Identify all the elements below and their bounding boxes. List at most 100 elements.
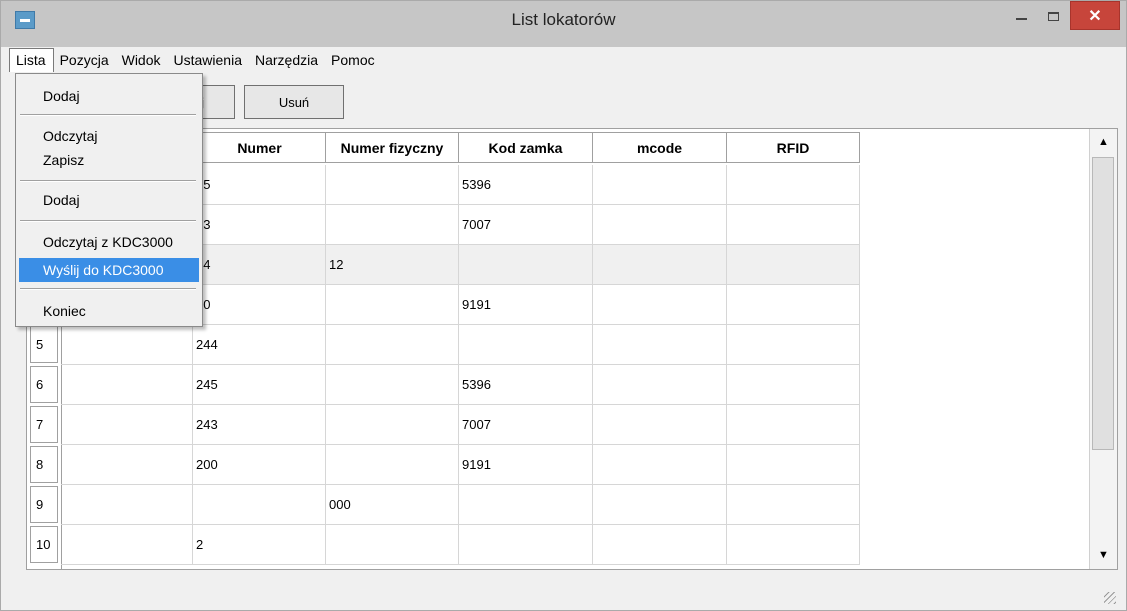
cell-kod-zamka[interactable] xyxy=(459,245,593,285)
cell-blank[interactable] xyxy=(61,325,193,365)
table-row[interactable]: 245 5396 xyxy=(27,365,860,405)
cell-mcode[interactable] xyxy=(593,325,727,365)
menu-pomoc[interactable]: Pomoc xyxy=(325,48,382,72)
cell-rfid[interactable] xyxy=(727,525,860,565)
resize-grip-icon[interactable] xyxy=(1104,592,1116,604)
cell-numer-fizyczny[interactable] xyxy=(326,325,459,365)
cell-numer-fizyczny[interactable] xyxy=(326,205,459,245)
column-header-numer[interactable]: Numer xyxy=(193,132,326,163)
menu-item-dodaj-2[interactable]: Dodaj xyxy=(19,188,199,212)
cell-blank[interactable] xyxy=(61,365,193,405)
cell-blank[interactable] xyxy=(61,525,193,565)
window-title: List lokatorów xyxy=(511,10,616,29)
cell-kod-zamka[interactable] xyxy=(459,325,593,365)
table-row[interactable]: 243 7007 xyxy=(27,405,860,445)
menu-narzedzia[interactable]: Narzędzia xyxy=(249,48,325,72)
cell-numer-fizyczny[interactable]: 000 xyxy=(326,485,459,525)
table-row[interactable]: 200 9191 xyxy=(27,445,860,485)
maximize-button[interactable] xyxy=(1038,1,1068,31)
cell-numer-fizyczny[interactable] xyxy=(326,165,459,205)
cell-mcode[interactable] xyxy=(593,485,727,525)
cell-rfid[interactable] xyxy=(727,485,860,525)
cell-rfid[interactable] xyxy=(727,285,860,325)
cell-mcode[interactable] xyxy=(593,205,727,245)
cell-blank[interactable] xyxy=(61,445,193,485)
cell-numer[interactable]: 43 xyxy=(193,205,326,245)
menu-widok[interactable]: Widok xyxy=(116,48,168,72)
cell-numer[interactable]: 00 xyxy=(193,285,326,325)
cell-rfid[interactable] xyxy=(727,405,860,445)
cell-mcode[interactable] xyxy=(593,365,727,405)
column-header-mcode[interactable]: mcode xyxy=(592,132,727,163)
cell-rfid[interactable] xyxy=(727,165,860,205)
minimize-icon xyxy=(1015,18,1027,20)
menu-item-odczytaj-z-kdc3000[interactable]: Odczytaj z KDC3000 xyxy=(19,230,199,254)
cell-blank[interactable] xyxy=(61,485,193,525)
cell-kod-zamka[interactable]: 7007 xyxy=(459,405,593,445)
cell-mcode[interactable] xyxy=(593,285,727,325)
cell-kod-zamka[interactable]: 9191 xyxy=(459,285,593,325)
cell-kod-zamka[interactable]: 9191 xyxy=(459,445,593,485)
cell-rfid[interactable] xyxy=(727,205,860,245)
menu-ustawienia[interactable]: Ustawienia xyxy=(168,48,249,72)
cell-kod-zamka[interactable]: 5396 xyxy=(459,365,593,405)
menu-item-zapisz[interactable]: Zapisz xyxy=(19,148,199,172)
cell-numer-fizyczny[interactable] xyxy=(326,405,459,445)
scroll-up-icon[interactable]: ▲ xyxy=(1090,129,1117,155)
cell-numer[interactable]: 2 xyxy=(193,525,326,565)
row-header[interactable]: 8 xyxy=(30,446,58,483)
cell-blank[interactable] xyxy=(61,405,193,445)
cell-numer[interactable] xyxy=(193,485,326,525)
cell-numer-fizyczny[interactable] xyxy=(326,285,459,325)
menu-item-wyslij-do-kdc3000[interactable]: Wyślij do KDC3000 xyxy=(19,258,199,282)
scroll-thumb[interactable] xyxy=(1092,157,1114,450)
vertical-scrollbar[interactable]: ▲ ▼ xyxy=(1089,129,1117,569)
lista-dropdown-menu: Dodaj Odczytaj Zapisz Dodaj Odczytaj z K… xyxy=(15,73,203,327)
delete-button-label: Usuń xyxy=(278,94,310,110)
cell-rfid[interactable] xyxy=(727,325,860,365)
row-header[interactable]: 7 xyxy=(30,406,58,443)
cell-mcode[interactable] xyxy=(593,165,727,205)
cell-numer-fizyczny[interactable] xyxy=(326,525,459,565)
cell-kod-zamka[interactable]: 5396 xyxy=(459,165,593,205)
cell-numer-fizyczny[interactable] xyxy=(326,365,459,405)
cell-rfid[interactable] xyxy=(727,445,860,485)
menu-pozycja[interactable]: Pozycja xyxy=(54,48,116,72)
cell-mcode[interactable] xyxy=(593,405,727,445)
close-button[interactable]: ✕ xyxy=(1070,1,1120,30)
scroll-down-icon[interactable]: ▼ xyxy=(1090,542,1117,568)
row-header[interactable]: 6 xyxy=(30,366,58,403)
table-row[interactable]: 244 xyxy=(27,325,860,365)
delete-button[interactable]: Usuń xyxy=(244,85,344,119)
menu-item-odczytaj[interactable]: Odczytaj xyxy=(19,124,199,148)
cell-numer[interactable]: 245 xyxy=(193,365,326,405)
row-header[interactable]: 9 xyxy=(30,486,58,523)
cell-numer[interactable]: 243 xyxy=(193,405,326,445)
cell-kod-zamka[interactable]: 7007 xyxy=(459,205,593,245)
row-header[interactable]: 10 xyxy=(30,526,58,563)
column-header-rfid[interactable]: RFID xyxy=(726,132,860,163)
column-header-kod-zamka[interactable]: Kod zamka xyxy=(458,132,593,163)
title-bar[interactable]: List lokatorów ✕ xyxy=(1,1,1126,47)
table-row[interactable]: 2 xyxy=(27,525,860,565)
menu-item-koniec[interactable]: Koniec xyxy=(19,299,199,323)
cell-mcode[interactable] xyxy=(593,445,727,485)
cell-rfid[interactable] xyxy=(727,245,860,285)
cell-numer-fizyczny[interactable]: 12 xyxy=(326,245,459,285)
menu-item-dodaj[interactable]: Dodaj xyxy=(19,84,199,108)
cell-mcode[interactable] xyxy=(593,525,727,565)
cell-kod-zamka[interactable] xyxy=(459,485,593,525)
cell-numer-fizyczny[interactable] xyxy=(326,445,459,485)
cell-rfid[interactable] xyxy=(727,365,860,405)
row-header[interactable]: 5 xyxy=(30,326,58,363)
cell-numer[interactable]: 200 xyxy=(193,445,326,485)
cell-mcode[interactable] xyxy=(593,245,727,285)
minimize-button[interactable] xyxy=(1004,1,1038,31)
menu-lista[interactable]: Lista xyxy=(9,48,54,72)
column-header-numer-fizyczny[interactable]: Numer fizyczny xyxy=(325,132,459,163)
cell-numer[interactable]: 244 xyxy=(193,325,326,365)
cell-numer[interactable]: 45 xyxy=(193,165,326,205)
cell-numer[interactable]: 44 xyxy=(193,245,326,285)
table-row[interactable]: 000 xyxy=(27,485,860,525)
cell-kod-zamka[interactable] xyxy=(459,525,593,565)
